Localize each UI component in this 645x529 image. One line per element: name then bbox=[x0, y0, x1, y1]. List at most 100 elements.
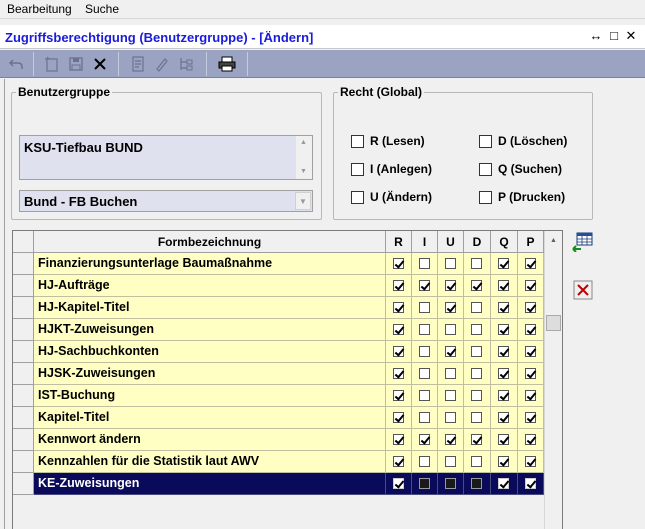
form-name-cell[interactable]: IST-Buchung bbox=[34, 385, 386, 407]
permission-checkbox[interactable] bbox=[525, 478, 536, 489]
permission-checkbox[interactable] bbox=[393, 390, 404, 401]
undo-icon[interactable] bbox=[6, 54, 26, 74]
permission-checkbox[interactable] bbox=[419, 302, 430, 313]
permission-checkbox[interactable] bbox=[498, 390, 509, 401]
permission-checkbox[interactable] bbox=[419, 346, 430, 357]
permission-checkbox[interactable] bbox=[445, 280, 456, 291]
column-header-i[interactable]: I bbox=[412, 231, 438, 253]
permission-checkbox[interactable] bbox=[445, 434, 456, 445]
maximize-icon[interactable]: □ bbox=[606, 28, 622, 44]
row-indicator[interactable] bbox=[13, 253, 34, 275]
permission-checkbox[interactable] bbox=[419, 478, 430, 489]
permission-checkbox[interactable] bbox=[471, 412, 482, 423]
checkbox-box[interactable] bbox=[479, 134, 492, 148]
checkbox-box[interactable] bbox=[479, 190, 492, 204]
permission-checkbox[interactable] bbox=[525, 412, 536, 423]
permission-checkbox[interactable] bbox=[445, 478, 456, 489]
new-record-icon[interactable] bbox=[42, 54, 62, 74]
form-name-cell[interactable]: Kapitel-Titel bbox=[34, 407, 386, 429]
grid-edit-button[interactable] bbox=[572, 231, 594, 253]
grid-delete-button[interactable] bbox=[572, 279, 594, 301]
table-row[interactable]: HJKT-Zuweisungen bbox=[13, 319, 544, 341]
permission-checkbox[interactable] bbox=[419, 456, 430, 467]
permission-checkbox[interactable] bbox=[393, 346, 404, 357]
permission-checkbox[interactable] bbox=[419, 368, 430, 379]
permission-checkbox[interactable] bbox=[525, 302, 536, 313]
form-name-cell[interactable]: HJKT-Zuweisungen bbox=[34, 319, 386, 341]
permission-checkbox[interactable] bbox=[393, 412, 404, 423]
permission-checkbox[interactable] bbox=[471, 346, 482, 357]
memo-scrollbar[interactable]: ▲ ▼ bbox=[296, 136, 312, 179]
permission-checkbox[interactable] bbox=[471, 456, 482, 467]
menu-bearbeitung[interactable]: Bearbeitung bbox=[7, 2, 72, 16]
checkbox-d-loeschen[interactable]: D (Löschen) bbox=[479, 134, 567, 148]
benutzergruppe-memo[interactable]: KSU-Tiefbau BUND ▲ ▼ bbox=[19, 135, 313, 180]
permission-checkbox[interactable] bbox=[471, 478, 482, 489]
permission-checkbox[interactable] bbox=[471, 302, 482, 313]
row-indicator[interactable] bbox=[13, 363, 34, 385]
row-indicator[interactable] bbox=[13, 319, 34, 341]
benutzergruppe-select[interactable]: Bund - FB Buchen ▼ bbox=[19, 190, 313, 212]
checkbox-box[interactable] bbox=[351, 162, 364, 176]
column-header-u[interactable]: U bbox=[438, 231, 464, 253]
row-indicator[interactable] bbox=[13, 473, 34, 495]
checkbox-box[interactable] bbox=[351, 134, 364, 148]
restore-icon[interactable]: ↔ bbox=[588, 28, 604, 44]
checkbox-r-lesen[interactable]: R (Lesen) bbox=[351, 134, 425, 148]
permission-checkbox[interactable] bbox=[393, 456, 404, 467]
table-row[interactable]: HJ-Aufträge bbox=[13, 275, 544, 297]
table-row[interactable]: KE-Zuweisungen bbox=[13, 473, 544, 495]
permission-checkbox[interactable] bbox=[498, 258, 509, 269]
menu-suche[interactable]: Suche bbox=[85, 2, 119, 16]
permission-checkbox[interactable] bbox=[525, 456, 536, 467]
form-name-cell[interactable]: Kennzahlen für die Statistik laut AWV bbox=[34, 451, 386, 473]
row-indicator[interactable] bbox=[13, 451, 34, 473]
form-name-cell[interactable]: Kennwort ändern bbox=[34, 429, 386, 451]
permission-checkbox[interactable] bbox=[419, 324, 430, 335]
column-header-r[interactable]: R bbox=[386, 231, 412, 253]
row-indicator[interactable] bbox=[13, 297, 34, 319]
table-row[interactable]: Finanzierungsunterlage Baumaßnahme bbox=[13, 253, 544, 275]
permission-checkbox[interactable] bbox=[498, 434, 509, 445]
form-name-cell[interactable]: Finanzierungsunterlage Baumaßnahme bbox=[34, 253, 386, 275]
permission-checkbox[interactable] bbox=[525, 280, 536, 291]
permission-checkbox[interactable] bbox=[393, 324, 404, 335]
permission-checkbox[interactable] bbox=[445, 412, 456, 423]
permission-checkbox[interactable] bbox=[471, 280, 482, 291]
row-indicator[interactable] bbox=[13, 429, 34, 451]
permission-checkbox[interactable] bbox=[498, 302, 509, 313]
permission-checkbox[interactable] bbox=[393, 280, 404, 291]
permission-checkbox[interactable] bbox=[525, 346, 536, 357]
row-indicator[interactable] bbox=[13, 385, 34, 407]
permission-checkbox[interactable] bbox=[471, 390, 482, 401]
permission-checkbox[interactable] bbox=[525, 258, 536, 269]
table-row[interactable]: HJ-Kapitel-Titel bbox=[13, 297, 544, 319]
form-name-cell[interactable]: HJ-Sachbuchkonten bbox=[34, 341, 386, 363]
table-row[interactable]: Kapitel-Titel bbox=[13, 407, 544, 429]
form-name-cell[interactable]: KE-Zuweisungen bbox=[34, 473, 386, 495]
column-header-p[interactable]: P bbox=[518, 231, 544, 253]
permission-checkbox[interactable] bbox=[471, 434, 482, 445]
scroll-down-icon[interactable]: ▼ bbox=[300, 168, 307, 175]
scroll-thumb[interactable] bbox=[546, 315, 561, 331]
permission-checkbox[interactable] bbox=[393, 434, 404, 445]
permission-checkbox[interactable] bbox=[393, 368, 404, 379]
permission-checkbox[interactable] bbox=[498, 346, 509, 357]
checkbox-i-anlegen[interactable]: I (Anlegen) bbox=[351, 162, 432, 176]
permission-checkbox[interactable] bbox=[498, 478, 509, 489]
permission-checkbox[interactable] bbox=[419, 434, 430, 445]
permission-checkbox[interactable] bbox=[525, 434, 536, 445]
permission-checkbox[interactable] bbox=[393, 258, 404, 269]
permission-checkbox[interactable] bbox=[445, 258, 456, 269]
permission-checkbox[interactable] bbox=[445, 368, 456, 379]
permission-checkbox[interactable] bbox=[525, 390, 536, 401]
column-header-d[interactable]: D bbox=[464, 231, 491, 253]
table-row[interactable]: Kennwort ändern bbox=[13, 429, 544, 451]
permission-checkbox[interactable] bbox=[498, 456, 509, 467]
table-row[interactable]: Kennzahlen für die Statistik laut AWV bbox=[13, 451, 544, 473]
form-name-cell[interactable]: HJ-Aufträge bbox=[34, 275, 386, 297]
permission-checkbox[interactable] bbox=[525, 368, 536, 379]
save-icon[interactable] bbox=[66, 54, 86, 74]
checkbox-box[interactable] bbox=[479, 162, 492, 176]
permission-checkbox[interactable] bbox=[471, 368, 482, 379]
